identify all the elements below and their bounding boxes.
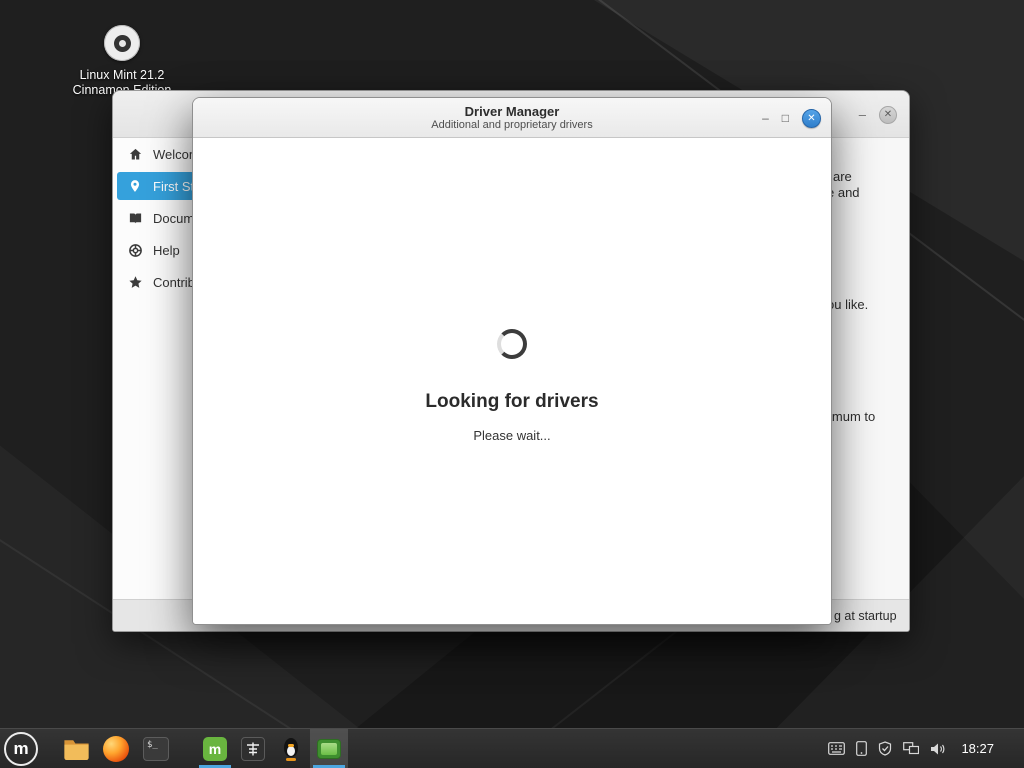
status-heading: Looking for drivers: [193, 391, 831, 413]
input-method-icon: [241, 737, 265, 761]
keyboard-layout-icon[interactable]: [828, 742, 845, 755]
firefox-icon: [103, 736, 129, 762]
mint-logo-icon: m: [13, 739, 28, 759]
window-title: Driver Manager: [465, 104, 560, 119]
content-text-fragment: imum to: [829, 409, 875, 424]
map-pin-icon: [127, 178, 143, 194]
files-launcher[interactable]: [62, 735, 90, 763]
firefox-launcher[interactable]: [102, 735, 130, 763]
mint-welcome-icon: m: [203, 737, 227, 761]
content-text-fragment: are: [833, 169, 852, 184]
lifebuoy-icon: [127, 242, 143, 258]
driver-manager-body: Looking for drivers Please wait...: [193, 138, 831, 624]
minimize-button[interactable]: –: [762, 112, 769, 124]
startup-checkbox-label[interactable]: g at startup: [834, 609, 897, 623]
disc-icon: [104, 25, 140, 61]
clock[interactable]: 18:27: [961, 741, 994, 756]
window-button-driver-manager[interactable]: [310, 729, 348, 768]
taskbar: m $_ m: [0, 728, 1024, 768]
driver-manager-window: Driver Manager Additional and proprietar…: [192, 97, 832, 625]
folder-icon: [63, 738, 90, 760]
mint-menu-button[interactable]: m: [4, 732, 38, 766]
star-icon: [127, 274, 143, 290]
volume-icon[interactable]: [930, 742, 946, 756]
driver-manager-app-icon: [317, 739, 341, 759]
close-button[interactable]: ✕: [879, 106, 897, 124]
tux-penguin-icon: [280, 737, 302, 761]
window-button-xterm[interactable]: [272, 729, 310, 768]
close-button[interactable]: ✕: [802, 109, 821, 128]
maximize-button[interactable]: □: [782, 112, 789, 124]
network-icon[interactable]: [903, 742, 919, 755]
loading-spinner: [497, 329, 527, 359]
update-shield-icon[interactable]: [878, 741, 892, 756]
terminal-icon: $_: [143, 737, 169, 761]
minimize-button[interactable]: –: [859, 108, 866, 121]
window-subtitle: Additional and proprietary drivers: [431, 119, 592, 132]
desktop-icon-install[interactable]: Linux Mint 21.2 Cinnamon Edition: [52, 25, 192, 98]
content-text-fragment: ou like.: [827, 297, 868, 312]
status-message: Please wait...: [193, 428, 831, 443]
terminal-launcher[interactable]: $_: [142, 735, 170, 763]
window-list: m: [196, 729, 348, 768]
book-icon: [127, 210, 143, 226]
system-tray: 18:27: [828, 729, 1024, 768]
window-button-welcome[interactable]: m: [196, 729, 234, 768]
device-icon[interactable]: [856, 741, 867, 756]
sidebar-item-label: Help: [153, 243, 180, 258]
driver-manager-titlebar[interactable]: Driver Manager Additional and proprietar…: [193, 98, 831, 138]
window-button-ime[interactable]: [234, 729, 272, 768]
home-icon: [127, 146, 143, 162]
